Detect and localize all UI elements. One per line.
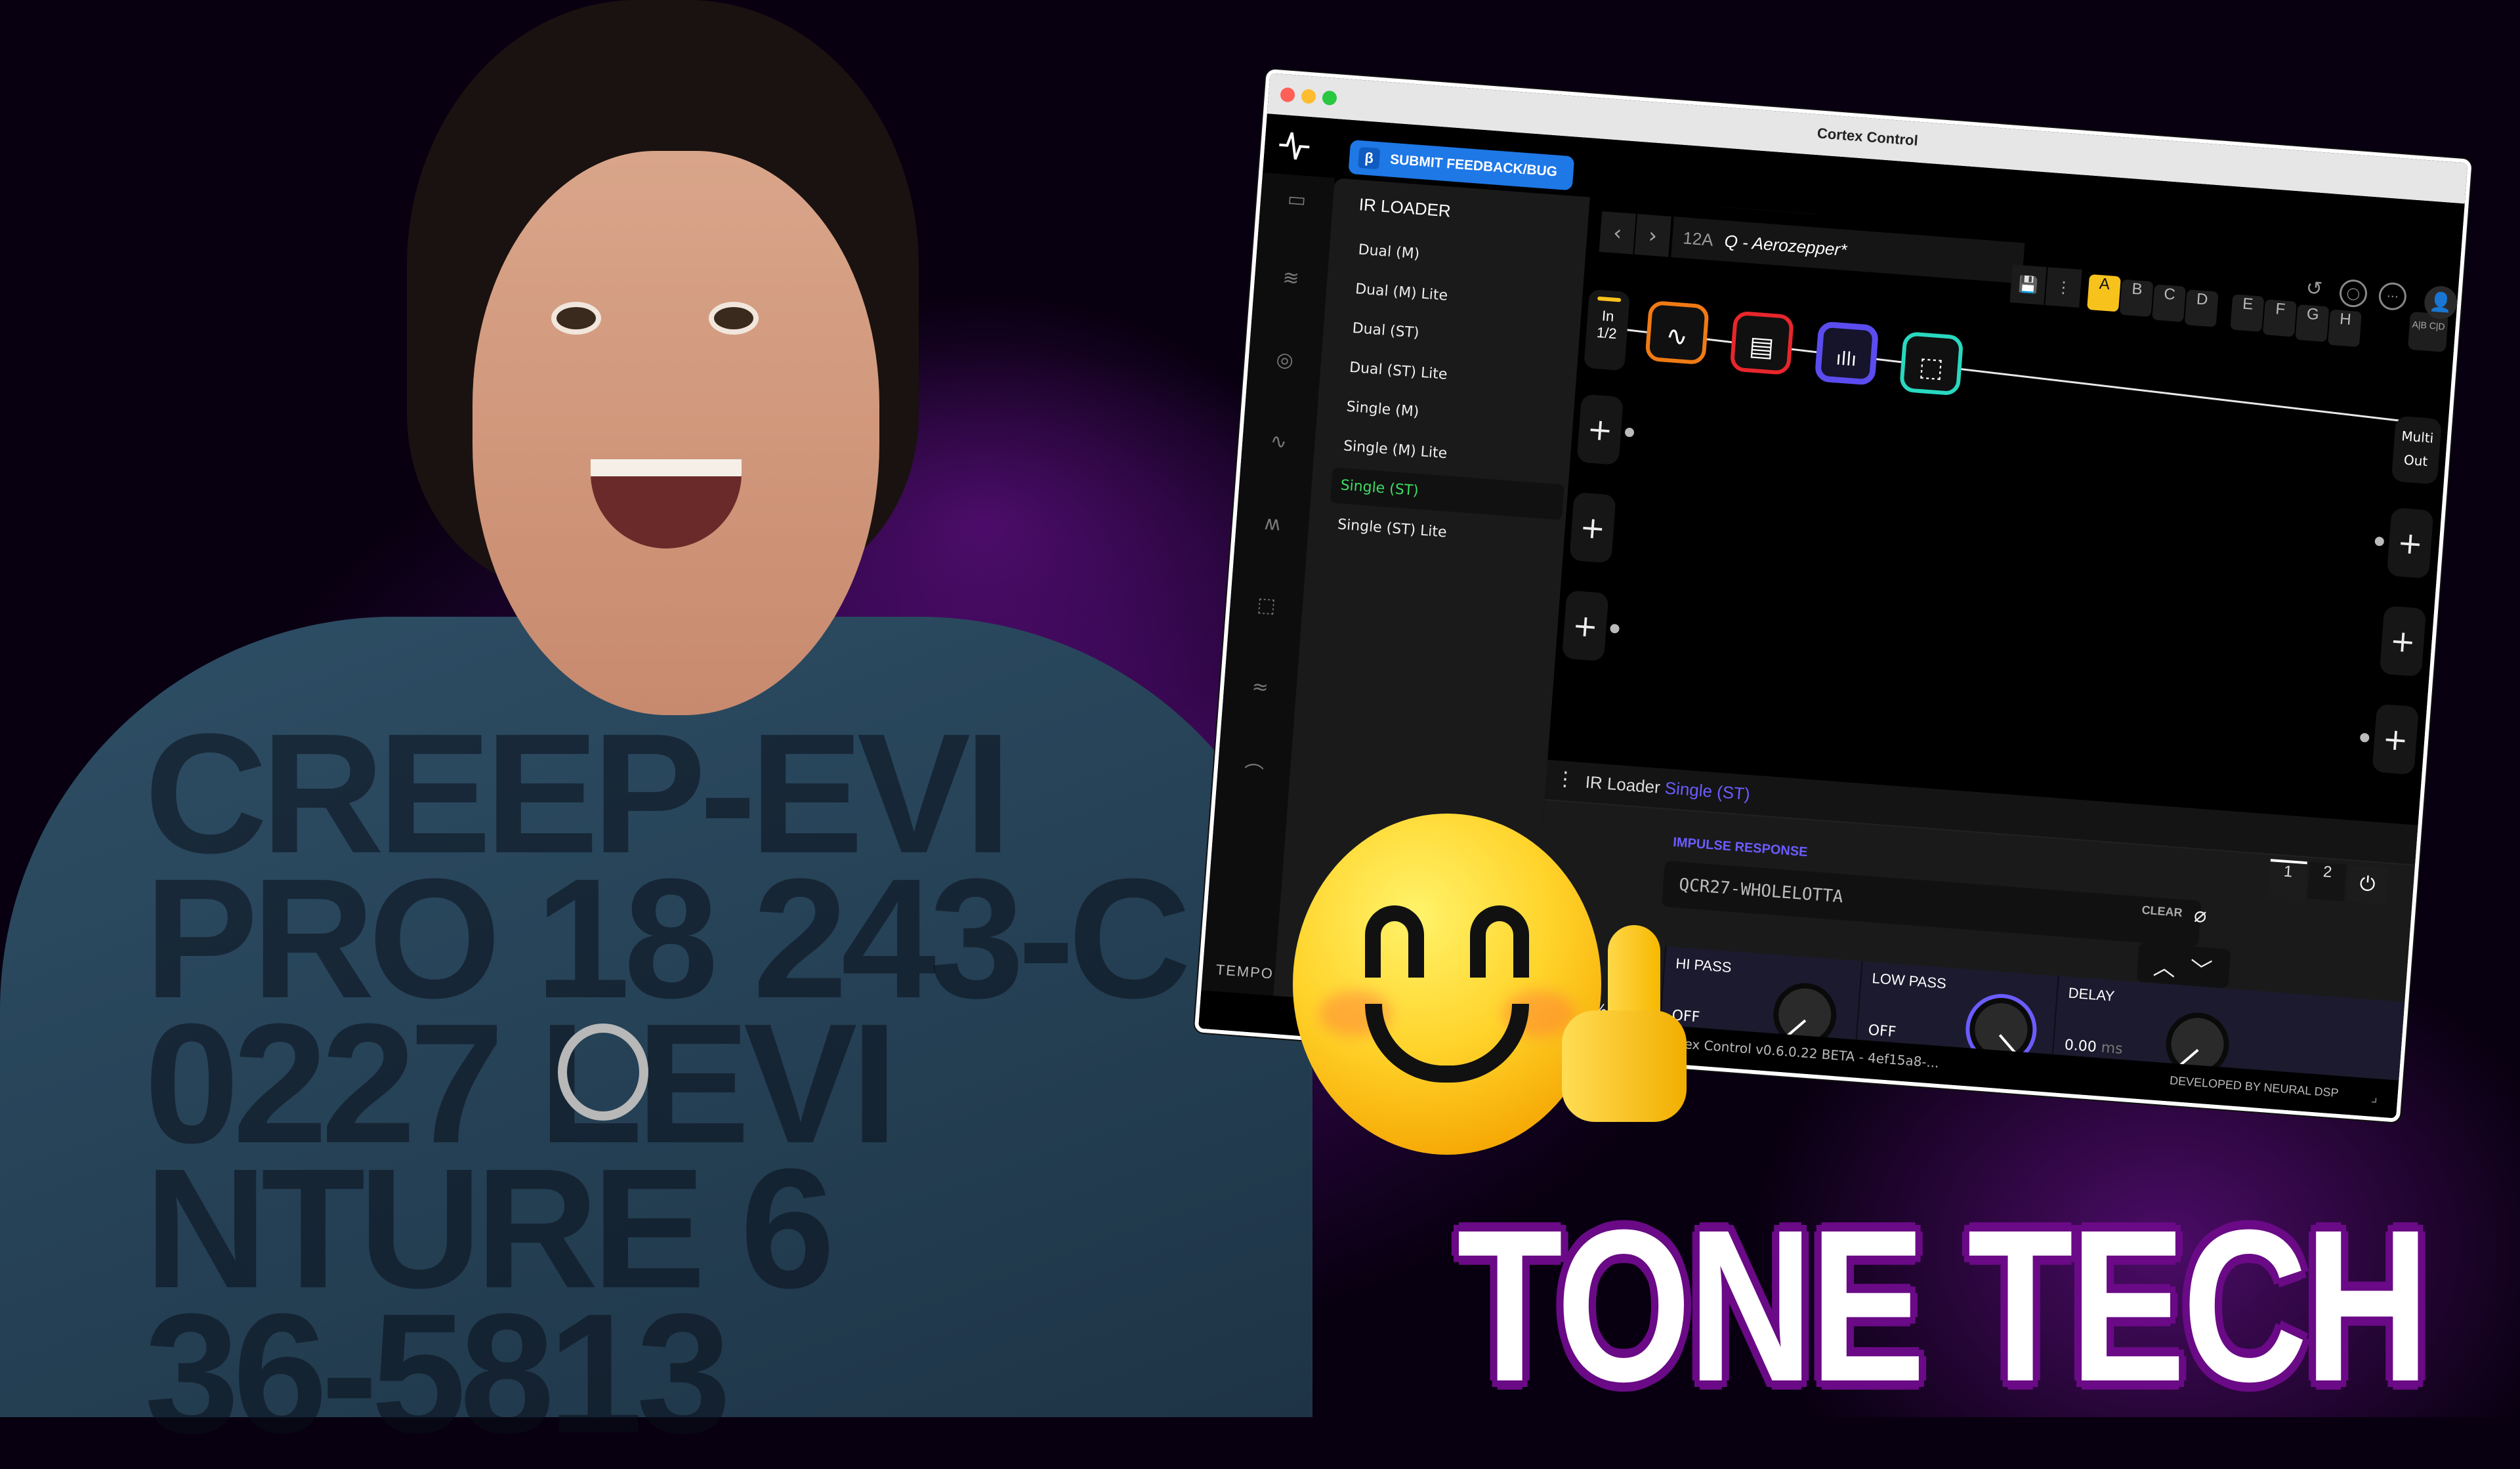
modulation-icon[interactable]: ʍ	[1255, 511, 1290, 540]
output-label-line1: Multi	[2401, 428, 2435, 446]
filter-wave-icon[interactable]: ∿	[1261, 429, 1296, 458]
add-row-4-output-button[interactable]: +	[2372, 703, 2420, 776]
clear-icon[interactable]: ⌀	[2193, 902, 2208, 928]
signal-grid: ‹ › 12A Q - Aerozepper* 💾 ⋮ A B C D E F …	[1554, 197, 2460, 825]
pitch-icon[interactable]: ≈	[1243, 674, 1278, 703]
chevron-down-icon[interactable]: ﹀	[2189, 951, 2214, 985]
scene-f-button[interactable]: F	[2262, 299, 2297, 337]
low-pass-value: OFF	[1867, 1022, 1897, 1041]
ir-waveform-icon: ıllı	[1835, 347, 1858, 371]
speaker-icon[interactable]: ◎	[1267, 348, 1302, 377]
editor-title-prefix: IR Loader	[1584, 772, 1661, 798]
add-row-4-input-button[interactable]: +	[1561, 590, 1609, 662]
row-4-connector[interactable]	[1610, 623, 1620, 634]
developer-credit: DEVELOPED BY NEURAL DSP	[2169, 1073, 2340, 1100]
delay-value: 0.00 ms	[2064, 1037, 2124, 1058]
editor-menu-icon[interactable]: ⋮	[1555, 767, 1576, 791]
amp-icon[interactable]: ▭	[1280, 187, 1314, 216]
filter-wave-icon: ∿	[1664, 320, 1689, 353]
tempo-label[interactable]: TEMPO	[1215, 961, 1274, 983]
scene-h-button[interactable]: H	[2328, 309, 2362, 348]
input-level-led	[1597, 296, 1622, 302]
scene-a-button[interactable]: A	[2087, 274, 2121, 312]
power-icon[interactable]: ⏻	[2346, 865, 2389, 905]
emoji-left-eye	[1365, 905, 1424, 978]
add-row-3-input-button[interactable]: +	[1569, 491, 1616, 564]
multi-out-node[interactable]: Multi Out	[2391, 415, 2443, 485]
scene-e-button[interactable]: E	[2230, 294, 2265, 332]
right-eye	[709, 302, 759, 335]
add-row-2-input-button[interactable]: +	[1576, 394, 1624, 465]
add-row-3-output-button[interactable]: +	[2379, 606, 2427, 677]
reverb-block[interactable]: ⬚	[1899, 331, 1964, 396]
filter-block[interactable]: ∿	[1645, 300, 1710, 365]
input-channel: 1/2	[1596, 323, 1618, 342]
thumbnail-title: TONE TECH	[1457, 1184, 2429, 1426]
submit-feedback-label: SUBMIT FEEDBACK/BUG	[1389, 152, 1558, 180]
editor-title: IR Loader Single (ST)	[1585, 772, 1751, 805]
beta-icon: β	[1358, 146, 1381, 170]
pulse-logo-icon	[1277, 128, 1312, 163]
ir-loader-block[interactable]: ıllı	[1814, 321, 1880, 386]
row-2-output-connector[interactable]	[2374, 536, 2385, 547]
delay-label: DELAY	[2067, 984, 2116, 1004]
scene-c-button[interactable]: C	[2152, 284, 2187, 322]
previous-preset-button[interactable]: ‹	[1599, 211, 1637, 255]
amp-icon: ▤	[1748, 331, 1775, 363]
emoji-right-eye	[1470, 905, 1529, 978]
thumbs-up-icon	[1555, 925, 1693, 1122]
preset-number: 12A	[1682, 228, 1714, 250]
channel-tab-1[interactable]: 1	[2267, 859, 2307, 901]
resize-handle-icon[interactable]: ⌟	[2370, 1089, 2378, 1106]
output-label-line2: Out	[2403, 451, 2429, 470]
preset-name-field[interactable]: 12A Q - Aerozepper*	[1671, 217, 2025, 284]
delay-unit: ms	[2100, 1039, 2124, 1058]
low-pass-label: LOW PASS	[1871, 970, 1947, 992]
scene-g-button[interactable]: G	[2295, 304, 2330, 342]
amp-block[interactable]: ▤	[1729, 310, 1795, 376]
scene-d-button[interactable]: D	[2184, 289, 2219, 327]
shirt-print: CREEP-EVI PRO 18 243-C 0227 LEVI NTURE 6…	[144, 699, 1191, 1469]
input-node[interactable]: In 1/2	[1584, 289, 1631, 371]
chevron-up-icon[interactable]: ︿	[2152, 949, 2177, 982]
preset-menu-icon[interactable]: ⋮	[2045, 267, 2082, 308]
left-eye	[551, 302, 601, 335]
presenter-photo: CREEP-EVI PRO 18 243-C 0227 LEVI NTURE 6…	[0, 0, 1312, 1459]
impulse-response-field[interactable]: QCR27-WHOLELOTTA	[1661, 860, 2202, 947]
row-2-connector[interactable]	[1624, 427, 1635, 438]
necklace-pendant	[558, 1024, 648, 1121]
thumb-fist	[1562, 1010, 1687, 1122]
add-row-2-output-button[interactable]: +	[2386, 507, 2434, 579]
cube-icon[interactable]: ⬚	[1249, 592, 1284, 621]
sidebar-heading: IR LOADER	[1358, 194, 1452, 221]
save-icon[interactable]: 💾	[2009, 264, 2047, 305]
preset-name: Q - Aerozepper*	[1723, 231, 1848, 260]
cab-icon[interactable]: ≋	[1274, 266, 1309, 295]
ir-navigation: ︿ ﹀	[2136, 942, 2231, 989]
scene-b-button[interactable]: B	[2119, 279, 2154, 318]
editor-title-variant[interactable]: Single (ST)	[1664, 778, 1751, 804]
row-4-output-connector[interactable]	[2359, 732, 2370, 743]
channel-tab-2[interactable]: 2	[2307, 861, 2347, 901]
next-preset-button[interactable]: ›	[1634, 213, 1671, 257]
delay-number: 0.00	[2063, 1037, 2097, 1056]
eq-curve-icon[interactable]: ⌒	[1236, 756, 1271, 786]
cube-icon: ⬚	[1918, 351, 1945, 384]
face	[472, 151, 879, 715]
impulse-response-label: IMPULSE RESPONSE	[1672, 835, 1809, 860]
